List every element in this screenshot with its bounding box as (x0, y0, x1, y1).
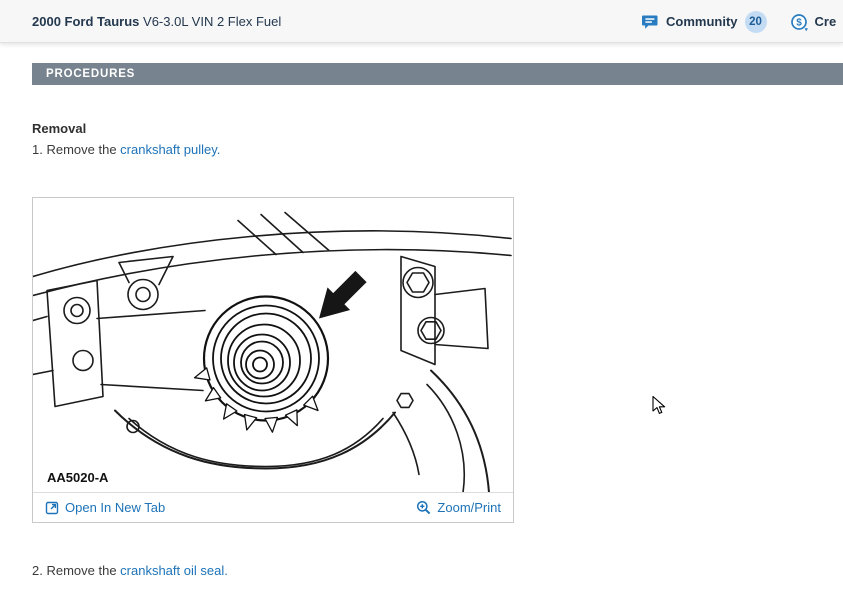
figure-toolbar: Open In New Tab Zoom/Print (33, 493, 513, 522)
credits-button[interactable]: $ Cre (789, 12, 837, 32)
step-2-text: 2. Remove the (32, 563, 120, 578)
crankshaft-oil-seal-link[interactable]: crankshaft oil seal. (120, 563, 228, 578)
step-1-text: 1. Remove the (32, 142, 120, 157)
zoom-print-label: Zoom/Print (437, 500, 501, 515)
indicator-arrow (319, 271, 367, 319)
mouse-cursor-icon (652, 396, 670, 421)
magnifier-plus-icon (416, 500, 431, 515)
community-label: Community (666, 14, 738, 29)
community-count-badge: 20 (745, 11, 767, 33)
figure-label: AA5020-A (47, 470, 108, 485)
crankshaft-pulley-drawing (33, 198, 513, 493)
community-chat-icon (641, 14, 659, 30)
credits-dollar-icon: $ (789, 12, 809, 32)
top-header-bar: 2000 Ford Taurus V6-3.0L VIN 2 Flex Fuel… (0, 0, 843, 43)
external-link-icon (45, 501, 59, 515)
vehicle-title: 2000 Ford Taurus V6-3.0L VIN 2 Flex Fuel (32, 14, 281, 29)
community-button[interactable]: Community 20 (641, 11, 767, 33)
svg-text:$: $ (796, 17, 802, 28)
zoom-print-button[interactable]: Zoom/Print (416, 500, 501, 515)
vehicle-title-rest: V6-3.0L VIN 2 Flex Fuel (139, 14, 281, 29)
step-2: 2. Remove the crankshaft oil seal. (32, 563, 228, 578)
removal-heading: Removal (32, 121, 86, 136)
header-actions: Community 20 $ Cre (641, 0, 836, 43)
open-in-new-tab-button[interactable]: Open In New Tab (45, 500, 165, 515)
crankshaft-pulley-link[interactable]: crankshaft pulley. (120, 142, 220, 157)
credits-label: Cre (815, 14, 837, 29)
procedures-section-header: PROCEDURES (32, 63, 843, 85)
open-in-new-tab-label: Open In New Tab (65, 500, 165, 515)
vehicle-title-bold: 2000 Ford Taurus (32, 14, 139, 29)
figure-illustration: AA5020-A (33, 198, 513, 493)
figure-panel: AA5020-A Open In New Tab Z (32, 197, 514, 523)
step-1: 1. Remove the crankshaft pulley. (32, 142, 220, 157)
